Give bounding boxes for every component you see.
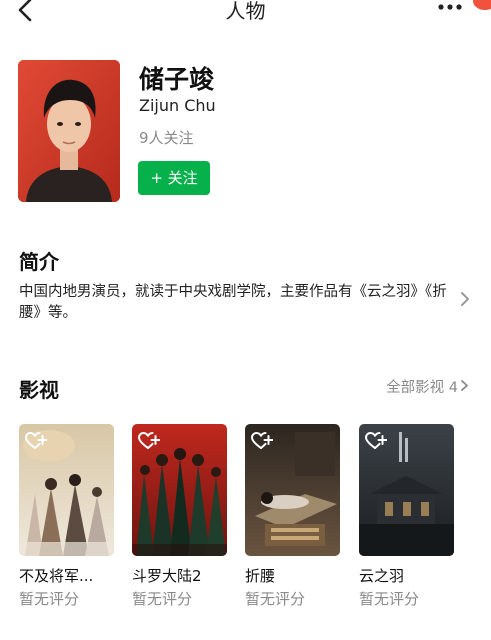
work-card[interactable]: 折腰 暂无评分 [245, 424, 340, 608]
all-works-link[interactable]: 全部影视 4 [386, 376, 469, 397]
work-card[interactable]: 斗罗大陆2 暂无评分 [132, 424, 227, 608]
follower-count: 9人关注 [139, 129, 194, 147]
work-poster[interactable] [359, 424, 454, 556]
heart-plus-icon[interactable] [138, 432, 160, 450]
heart-plus-icon[interactable] [365, 432, 387, 450]
intro-heading: 简介 [19, 250, 59, 274]
work-card[interactable]: 不及将军... 暂无评分 [19, 424, 114, 608]
person-english-name: Zijun Chu [139, 96, 216, 115]
work-rating: 暂无评分 [359, 590, 420, 608]
work-poster[interactable] [132, 424, 227, 556]
page-title: 人物 [225, 0, 266, 23]
chevron-right-icon [461, 380, 468, 391]
work-title: 云之羽 [359, 567, 405, 585]
more-dots-icon[interactable] [437, 2, 467, 12]
work-poster[interactable] [245, 424, 340, 556]
chevron-right-icon[interactable] [458, 290, 472, 308]
works-heading: 影视 [19, 378, 59, 402]
work-rating: 暂无评分 [245, 590, 306, 608]
person-name: 储子竣 [139, 65, 215, 94]
avatar[interactable] [18, 60, 120, 202]
avatar-portrait [18, 60, 120, 202]
work-title: 不及将军... [19, 567, 94, 585]
work-poster[interactable] [19, 424, 114, 556]
intro-text[interactable]: 中国内地男演员，就读于中央戏剧学院，主要作品有《云之羽》《折腰》等。 [19, 282, 449, 324]
work-title: 斗罗大陆2 [132, 567, 202, 585]
heart-plus-icon[interactable] [251, 432, 273, 450]
work-rating: 暂无评分 [132, 590, 193, 608]
heart-plus-icon[interactable] [25, 432, 47, 450]
top-nav-bar: 人物 [0, 0, 491, 28]
all-works-label: 全部影视 4 [386, 380, 458, 396]
work-title: 折腰 [245, 567, 276, 585]
work-card[interactable]: 云之羽 暂无评分 [359, 424, 454, 608]
work-rating: 暂无评分 [19, 590, 80, 608]
follow-button[interactable]: + 关注 [138, 161, 210, 195]
